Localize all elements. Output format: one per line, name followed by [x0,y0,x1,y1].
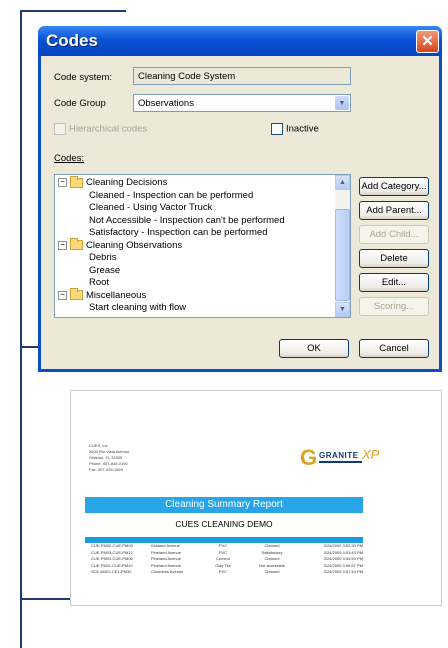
report-address: CUES, Inc. 3600 Rio Vista Avenue Orlando… [89,443,129,473]
collapse-icon[interactable]: − [58,240,67,250]
code-group-label: Code Group [54,98,106,109]
tree-category[interactable]: − Cleaning Observations [58,238,183,251]
table-cell: Cleaned [264,569,280,574]
hierarchical-checkbox: Hierarchical codes [54,123,147,135]
table-cell: SCE-M302-CE1-PM30 [91,569,132,574]
dialog-titlebar[interactable]: Codes ✕ [38,26,442,56]
report-banner: Cleaning Summary Report [85,497,363,513]
tree-item-label: Cleaned - Using Vactor Truck [89,202,213,213]
table-cell: Columbus Avenue [151,569,184,574]
close-icon[interactable]: ✕ [416,29,439,53]
tree-item[interactable]: Not Accessible - Inspection can't be per… [89,215,285,226]
codes-dialog: Codes ✕ Code system: Cleaning Code Syste… [38,26,442,372]
tree-category[interactable]: − Miscellaneous [58,288,147,301]
folder-icon [70,238,83,250]
add-parent-button[interactable]: Add Parent... [359,201,429,220]
cancel-button[interactable]: Cancel [359,339,429,358]
ok-button[interactable]: OK [279,339,349,358]
edit-button[interactable]: Edit... [359,273,429,292]
report-subtitle: CUES CLEANING DEMO [175,519,273,529]
codes-tree[interactable]: − Cleaning Decisions Cleaned - Inspection … [54,174,351,318]
folder-icon [70,175,83,188]
tree-item-label: Debris [89,252,117,263]
address-line: Fax: 407-425-1569 [89,467,123,472]
code-system-label: Code system: [54,72,113,83]
scroll-up-icon[interactable]: ▲ [335,175,350,190]
scroll-down-icon[interactable]: ▼ [335,302,350,317]
chevron-down-icon[interactable]: ▼ [335,96,349,110]
code-group-select[interactable]: Observations ▼ [133,94,351,112]
code-group-value: Observations [138,98,194,109]
dialog-title: Codes [46,31,98,50]
codes-label: Codes: [54,153,85,164]
tree-item-label: Cleaning Observations [86,239,183,251]
collapse-icon[interactable]: − [58,178,67,187]
tree-item[interactable]: Grease [89,265,120,276]
add-category-button[interactable]: Add Category... [359,177,429,196]
table-cell: 3/24/2009 3:57:44 PM [323,569,363,574]
tree-category[interactable]: − Cleaning Decisions [58,175,168,188]
dialog-client-area: Code system: Cleaning Code System Code G… [41,56,439,369]
logo-g-icon: G [300,445,318,470]
scrollbar-thumb[interactable] [335,209,350,301]
tree-item-label: Cleaning Decisions [86,177,168,188]
tree-item-label: Not Accessible - Inspection can't be per… [89,214,285,226]
tree-item[interactable]: Cleaned - Inspection can be performed [89,190,253,201]
tree-item[interactable]: Debris [89,252,116,263]
report-table: CUE-PM02-CUE-PM03 Kirkland Avenue PVC Clean… [85,537,363,576]
inactive-checkbox[interactable]: Inactive [271,123,319,135]
inactive-label: Inactive [286,123,319,135]
tree-item-label: Cleaned - Inspection can be performed [89,189,254,201]
tree-item[interactable]: Cleaned - Using Vactor Truck [89,202,212,213]
hierarchical-label: Hierarchical codes [69,123,148,135]
bracket-tick-lower [20,598,70,600]
inactive-checkbox-box[interactable] [271,123,283,135]
tree-item[interactable]: Start cleaning with flow [89,302,186,313]
tree-scrollbar[interactable]: ▲ ▼ [335,175,350,317]
tree-item-label: Satisfactory - Inspection can be perform… [89,227,268,238]
table-row: SCE-M302-CE1-PM30 Columbus Avenue PVC Clean… [85,569,363,576]
bracket-tick-upper [20,346,38,348]
logo-suffix: XP [362,447,380,462]
tree-item-label: Miscellaneous [86,289,147,301]
bracket-vertical [20,10,22,648]
delete-button[interactable]: Delete [359,249,429,268]
logo-text: GRANITE [319,451,359,460]
scoring-button[interactable]: Scoring... [359,297,429,316]
add-child-button[interactable]: Add Child... [359,225,429,244]
tree-item-label: Root [89,277,110,288]
code-system-field: Cleaning Code System [133,67,351,85]
bracket-top [20,10,126,12]
granite-xp-logo: G GRANITE XP [300,445,390,469]
logo-underline [319,461,362,463]
table-cell: PVC [218,569,228,574]
tree-item[interactable]: Satisfactory - Inspection can be perform… [89,227,267,238]
tree-item[interactable]: Root [89,277,109,288]
hierarchical-checkbox-box [54,123,66,135]
tree-item-label: Start cleaning with flow [89,302,187,313]
report-preview: CUES, Inc. 3600 Rio Vista Avenue Orlando… [70,390,442,606]
folder-icon [70,288,83,300]
collapse-icon[interactable]: − [58,290,67,300]
tree-item-label: Grease [89,264,121,276]
